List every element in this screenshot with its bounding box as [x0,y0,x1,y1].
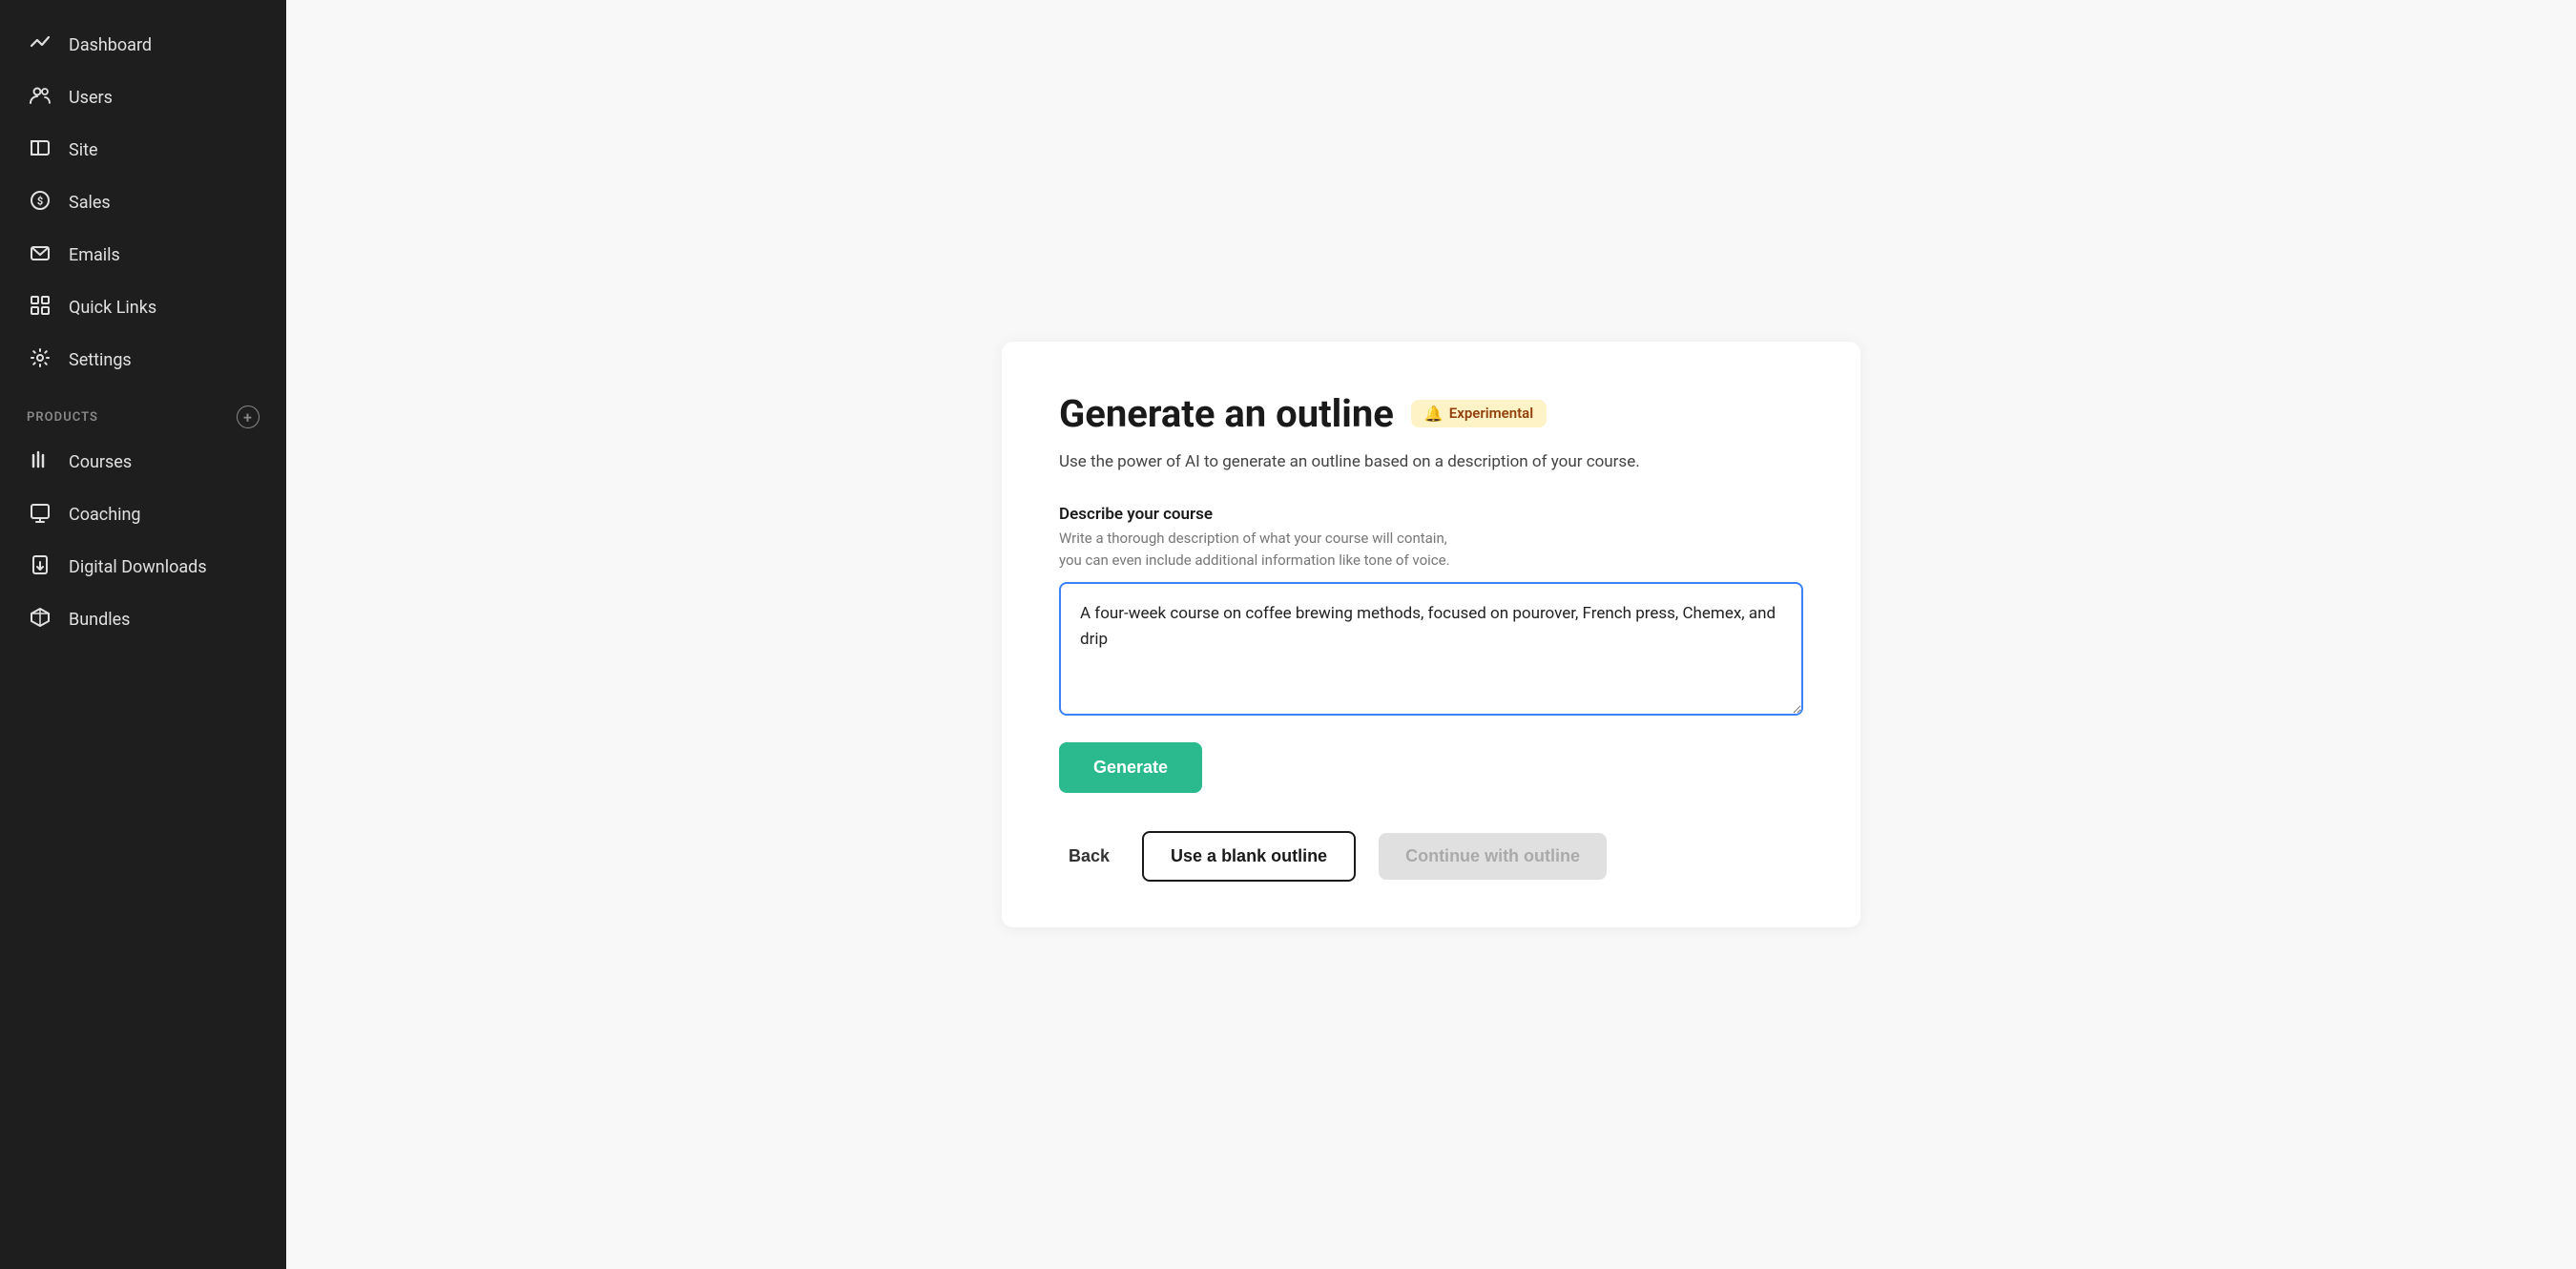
sales-icon: $ [27,190,53,216]
sidebar-item-site-label: Site [69,140,98,160]
sidebar-item-users[interactable]: Users [0,72,286,124]
page-title: Generate an outline [1059,391,1394,436]
back-button[interactable]: Back [1059,835,1119,878]
sidebar-item-courses[interactable]: Courses [0,436,286,489]
sidebar-item-quick-links-label: Quick Links [69,298,156,318]
sidebar-item-digital-downloads-label: Digital Downloads [69,557,207,577]
bundles-icon [27,607,53,633]
sidebar-item-bundles-label: Bundles [69,610,130,630]
products-section-label: PRODUCTS [27,410,98,425]
sidebar-item-settings-label: Settings [69,350,132,370]
field-hint-line1: Write a thorough description of what you… [1059,530,1447,547]
blank-outline-button[interactable]: Use a blank outline [1142,831,1356,882]
sidebar-item-emails-label: Emails [69,245,120,265]
coaching-icon [27,502,53,528]
dashboard-icon [27,32,53,58]
field-hint-line2: you can even include additional informat… [1059,551,1450,569]
field-hint: Write a thorough description of what you… [1059,528,1803,571]
sidebar-item-courses-label: Courses [69,452,132,472]
title-row: Generate an outline 🔔 Experimental [1059,391,1803,436]
main-content: Generate an outline 🔔 Experimental Use t… [286,0,2576,1269]
sidebar-item-quick-links[interactable]: Quick Links [0,281,286,334]
sidebar-item-users-label: Users [69,88,113,108]
quick-links-icon [27,295,53,321]
content-card: Generate an outline 🔔 Experimental Use t… [1002,342,1860,927]
sidebar-item-sales-label: Sales [69,193,111,213]
sidebar: Dashboard Users Site $ S [0,0,286,1269]
field-label: Describe your course [1059,505,1803,524]
course-description-textarea[interactable] [1059,582,1803,716]
products-section: PRODUCTS + [0,386,286,436]
sidebar-item-dashboard[interactable]: Dashboard [0,19,286,72]
sidebar-item-digital-downloads[interactable]: Digital Downloads [0,541,286,593]
sidebar-item-bundles[interactable]: Bundles [0,593,286,646]
emails-icon [27,242,53,268]
sidebar-item-emails[interactable]: Emails [0,229,286,281]
settings-icon [27,347,53,373]
site-icon [27,137,53,163]
experimental-badge: 🔔 Experimental [1411,400,1547,427]
sidebar-item-sales[interactable]: $ Sales [0,177,286,229]
sidebar-item-dashboard-label: Dashboard [69,35,152,55]
sidebar-item-settings[interactable]: Settings [0,334,286,386]
users-icon [27,85,53,111]
add-product-button[interactable]: + [237,406,260,428]
svg-text:$: $ [37,196,43,208]
digital-downloads-icon [27,554,53,580]
generate-button[interactable]: Generate [1059,742,1202,793]
courses-icon [27,449,53,475]
badge-icon: 🔔 [1424,405,1444,423]
sidebar-item-site[interactable]: Site [0,124,286,177]
continue-outline-button: Continue with outline [1379,833,1607,880]
subtitle: Use the power of AI to generate an outli… [1059,449,1803,474]
actions-row: Back Use a blank outline Continue with o… [1059,831,1803,882]
badge-text: Experimental [1449,405,1533,422]
sidebar-item-coaching[interactable]: Coaching [0,489,286,541]
sidebar-item-coaching-label: Coaching [69,505,141,525]
